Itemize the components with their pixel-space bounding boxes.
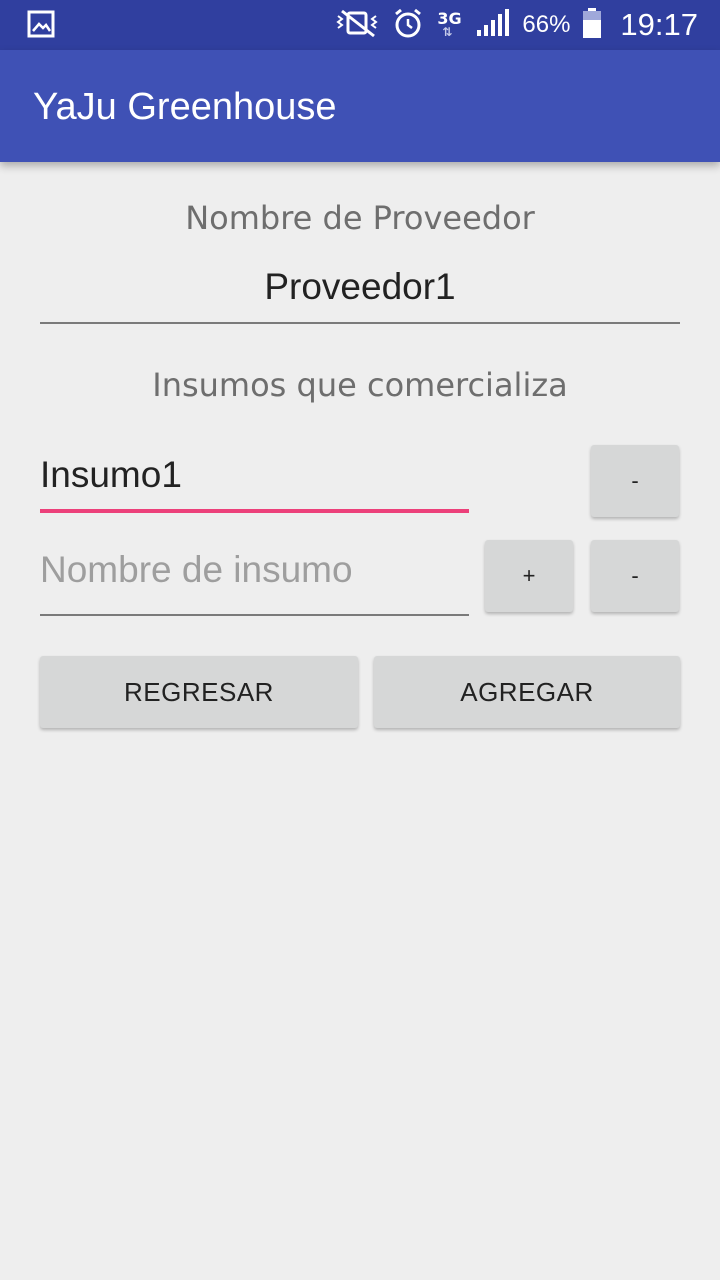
provider-name-underline: [40, 322, 680, 324]
battery-icon: [582, 7, 602, 43]
status-bar: 3G ⇅ 66% 19:17: [0, 0, 720, 50]
supply-input-2[interactable]: Nombre de insumo: [40, 549, 353, 591]
add-supply-button[interactable]: +: [485, 540, 573, 612]
battery-percent: 66%: [522, 11, 571, 38]
supply-input-1-underline: [40, 509, 469, 513]
back-button[interactable]: REGRESAR: [40, 656, 358, 728]
provider-name-label: Nombre de Proveedor: [185, 199, 535, 237]
add-provider-button[interactable]: AGREGAR: [374, 656, 680, 728]
clock: 19:17: [620, 7, 698, 42]
alarm-icon: [392, 7, 424, 43]
app-title: YaJu Greenhouse: [33, 86, 337, 128]
signal-icon: [476, 8, 510, 42]
remove-supply-1-button[interactable]: -: [591, 445, 679, 517]
mute-vibrate-icon: [334, 8, 380, 42]
supplies-label: Insumos que comercializa: [152, 366, 568, 404]
remove-supply-2-button[interactable]: -: [591, 540, 679, 612]
image-notification-icon: [27, 10, 55, 42]
network-3g-icon: 3G ⇅: [437, 9, 462, 39]
supply-input-2-underline: [40, 614, 469, 616]
supply-input-1[interactable]: Insumo1: [40, 454, 182, 496]
provider-name-input[interactable]: Proveedor1: [40, 266, 680, 308]
